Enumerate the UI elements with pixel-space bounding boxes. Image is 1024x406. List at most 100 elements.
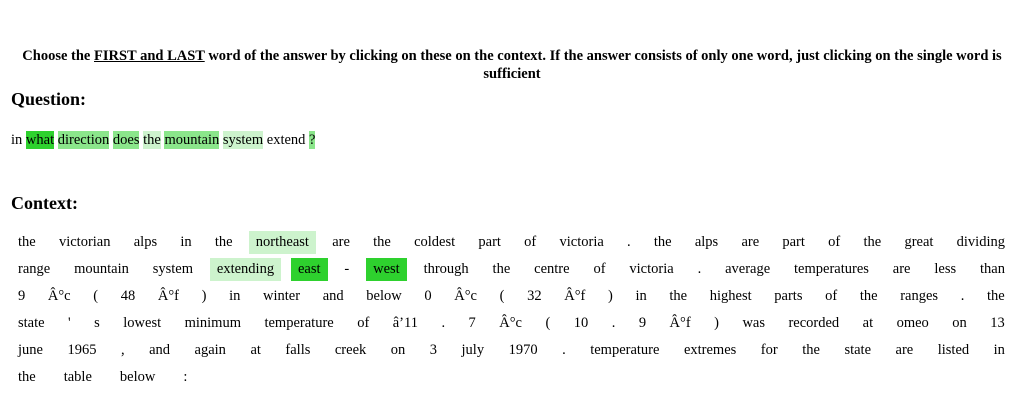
context-token[interactable]: the [856,231,888,254]
context-token[interactable]: . [434,312,452,335]
context-token[interactable]: the [980,285,1012,308]
context-token[interactable]: state [11,312,52,335]
context-token[interactable]: 48 [114,285,143,308]
context-token[interactable]: creek [328,339,373,362]
context-token[interactable]: the [208,231,240,254]
context-token[interactable]: of [818,285,844,308]
context-token[interactable]: mountain [67,258,136,281]
context-token[interactable]: of [350,312,376,335]
context-token[interactable]: . [691,258,709,281]
context-token[interactable]: in [628,285,653,308]
context-token[interactable]: . [605,312,623,335]
context-token[interactable]: below [113,366,162,389]
context-token[interactable]: part [775,231,812,254]
context-token[interactable]: extremes [677,339,743,362]
context-token[interactable]: Â°c [41,285,78,308]
context-token[interactable]: Â°f [557,285,592,308]
context-token[interactable]: ) [195,285,214,308]
context-token[interactable]: temperature [257,312,340,335]
context-token[interactable]: minimum [178,312,248,335]
context-token[interactable]: in [222,285,247,308]
context-token[interactable]: than [973,258,1012,281]
context-token[interactable]: on [945,312,974,335]
context-token[interactable]: are [325,231,357,254]
context-token[interactable]: ranges [893,285,945,308]
context-token[interactable]: below [359,285,408,308]
context-token[interactable]: june [11,339,50,362]
context-token[interactable]: coldest [407,231,462,254]
context-token[interactable]: lowest [116,312,168,335]
context-token[interactable]: of [517,231,543,254]
context-token[interactable]: on [384,339,413,362]
context-token[interactable]: â’11 [386,312,425,335]
context-token[interactable]: victorian [52,231,118,254]
context-token[interactable]: state [837,339,878,362]
context-token[interactable]: the [486,258,518,281]
context-token[interactable]: the [11,231,43,254]
context-token[interactable]: . [555,339,573,362]
context-token[interactable]: centre [527,258,576,281]
context-token[interactable]: ( [538,312,557,335]
context-token[interactable]: less [927,258,963,281]
context-token[interactable]: at [856,312,880,335]
context-token[interactable]: . [620,231,638,254]
context-token[interactable]: s [87,312,107,335]
context-token[interactable]: in [173,231,198,254]
context-token[interactable]: 10 [567,312,596,335]
context-token[interactable]: 0 [417,285,438,308]
context-token[interactable]: july [455,339,492,362]
context-token[interactable]: again [188,339,233,362]
context-token[interactable]: temperature [583,339,666,362]
context-token[interactable]: 1970 [502,339,545,362]
context-token[interactable]: 9 [11,285,32,308]
context-token[interactable]: : [176,366,194,389]
context-token[interactable]: omeo [890,312,936,335]
context-token[interactable]: winter [256,285,307,308]
context-token[interactable]: the [11,366,43,389]
context-token[interactable]: and [316,285,351,308]
context-token[interactable]: , [114,339,132,362]
context-token[interactable]: . [954,285,972,308]
context-token[interactable]: 32 [520,285,549,308]
context-token[interactable]: are [889,339,921,362]
context-token[interactable]: of [586,258,612,281]
context-token[interactable]: 9 [632,312,653,335]
context-token[interactable]: victoria [553,231,611,254]
context-token[interactable]: ( [86,285,105,308]
context-token[interactable]: at [243,339,267,362]
context-token[interactable]: 13 [983,312,1012,335]
context-token[interactable]: northeast [248,231,316,254]
context-token[interactable]: victoria [622,258,680,281]
context-token[interactable]: 7 [462,312,483,335]
context-token[interactable]: the [795,339,827,362]
context-token[interactable]: extending [209,258,282,281]
context-token[interactable]: was [735,312,772,335]
context-token[interactable]: through [417,258,476,281]
context-token[interactable]: west [366,258,407,281]
context-token[interactable]: part [471,231,508,254]
context-token[interactable]: alps [688,231,725,254]
context-token[interactable]: parts [767,285,809,308]
context-token[interactable]: 1965 [60,339,103,362]
context-token[interactable]: Â°c [492,312,529,335]
context-token[interactable]: the [647,231,679,254]
context-token[interactable]: are [734,231,766,254]
context-token[interactable]: the [662,285,694,308]
context-token[interactable]: and [142,339,177,362]
context-token[interactable]: listed [931,339,976,362]
context-token[interactable]: Â°f [663,312,698,335]
context-token[interactable]: in [987,339,1012,362]
context-token[interactable]: ) [601,285,620,308]
context-token[interactable]: Â°c [447,285,484,308]
context-token[interactable]: range [11,258,57,281]
context-token[interactable]: alps [127,231,164,254]
context-token[interactable]: the [853,285,885,308]
context-token[interactable]: great [897,231,940,254]
context-token[interactable]: 3 [423,339,444,362]
context-token[interactable]: - [337,258,356,281]
context-token[interactable]: ' [61,312,78,335]
context-token[interactable]: table [57,366,99,389]
context-token[interactable]: of [821,231,847,254]
context-token[interactable]: system [146,258,200,281]
context-token[interactable]: ) [707,312,726,335]
